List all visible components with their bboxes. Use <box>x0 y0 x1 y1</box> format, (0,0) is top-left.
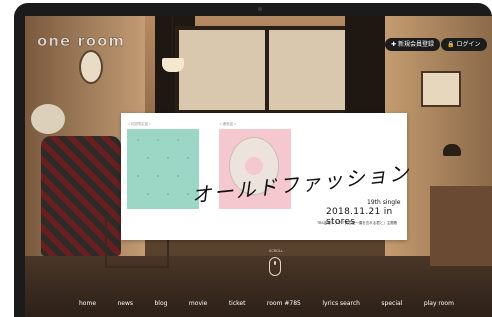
nav-special[interactable]: special <box>381 300 402 307</box>
login-label: ログイン <box>456 41 481 48</box>
nav-lyrics-search[interactable]: lyrics search <box>322 300 360 307</box>
lock-icon: 🔒 <box>447 41 455 48</box>
nav-news[interactable]: news <box>117 300 133 307</box>
register-button[interactable]: ✚ 新規会員登録 <box>385 38 441 51</box>
ceiling-lamp <box>162 58 184 72</box>
hat <box>31 104 65 134</box>
desk-lamp <box>443 144 461 156</box>
scroll-label: SCROLL <box>269 249 283 253</box>
limited-edition-cover[interactable] <box>127 129 199 209</box>
user-plus-icon: ✚ <box>391 41 397 48</box>
thumb2-label: ＜通常盤＞ <box>219 122 237 126</box>
nav-play-room[interactable]: play room <box>424 300 454 307</box>
global-nav: home news blog movie ticket room #785 ly… <box>25 294 492 312</box>
site-logo[interactable]: one room <box>37 32 125 51</box>
lamp-cord <box>172 16 173 58</box>
nav-room[interactable]: room #785 <box>267 300 301 307</box>
single-label: 19th single <box>367 199 401 206</box>
website-screen: one room ✚ 新規会員登録 🔒 ログイン ＜初回限定盤＞ ＜通常盤＞ オール… <box>25 16 492 317</box>
nav-ticket[interactable]: ticket <box>229 300 246 307</box>
nav-movie[interactable]: movie <box>189 300 207 307</box>
picture-frame <box>421 71 461 107</box>
thumb1-label: ＜初回限定盤＞ <box>127 122 152 126</box>
nav-home[interactable]: home <box>79 300 96 307</box>
desk <box>430 186 492 266</box>
camera-dot <box>258 7 262 11</box>
laptop-frame: one room ✚ 新規会員登録 🔒 ログイン ＜初回限定盤＞ ＜通常盤＞ オール… <box>14 3 492 317</box>
wall-clock <box>79 50 103 84</box>
scroll-mouse-icon[interactable] <box>269 257 281 276</box>
register-label: 新規会員登録 <box>398 41 435 48</box>
login-button[interactable]: 🔒 ログイン <box>441 38 487 51</box>
release-card[interactable]: ＜初回限定盤＞ ＜通常盤＞ オールドファッション 19th single 201… <box>121 113 412 240</box>
tie-in-text: TBS金曜ドラマ「大恋愛～僕を忘れる君と」主題歌 <box>317 221 398 225</box>
nav-blog[interactable]: blog <box>154 300 167 307</box>
